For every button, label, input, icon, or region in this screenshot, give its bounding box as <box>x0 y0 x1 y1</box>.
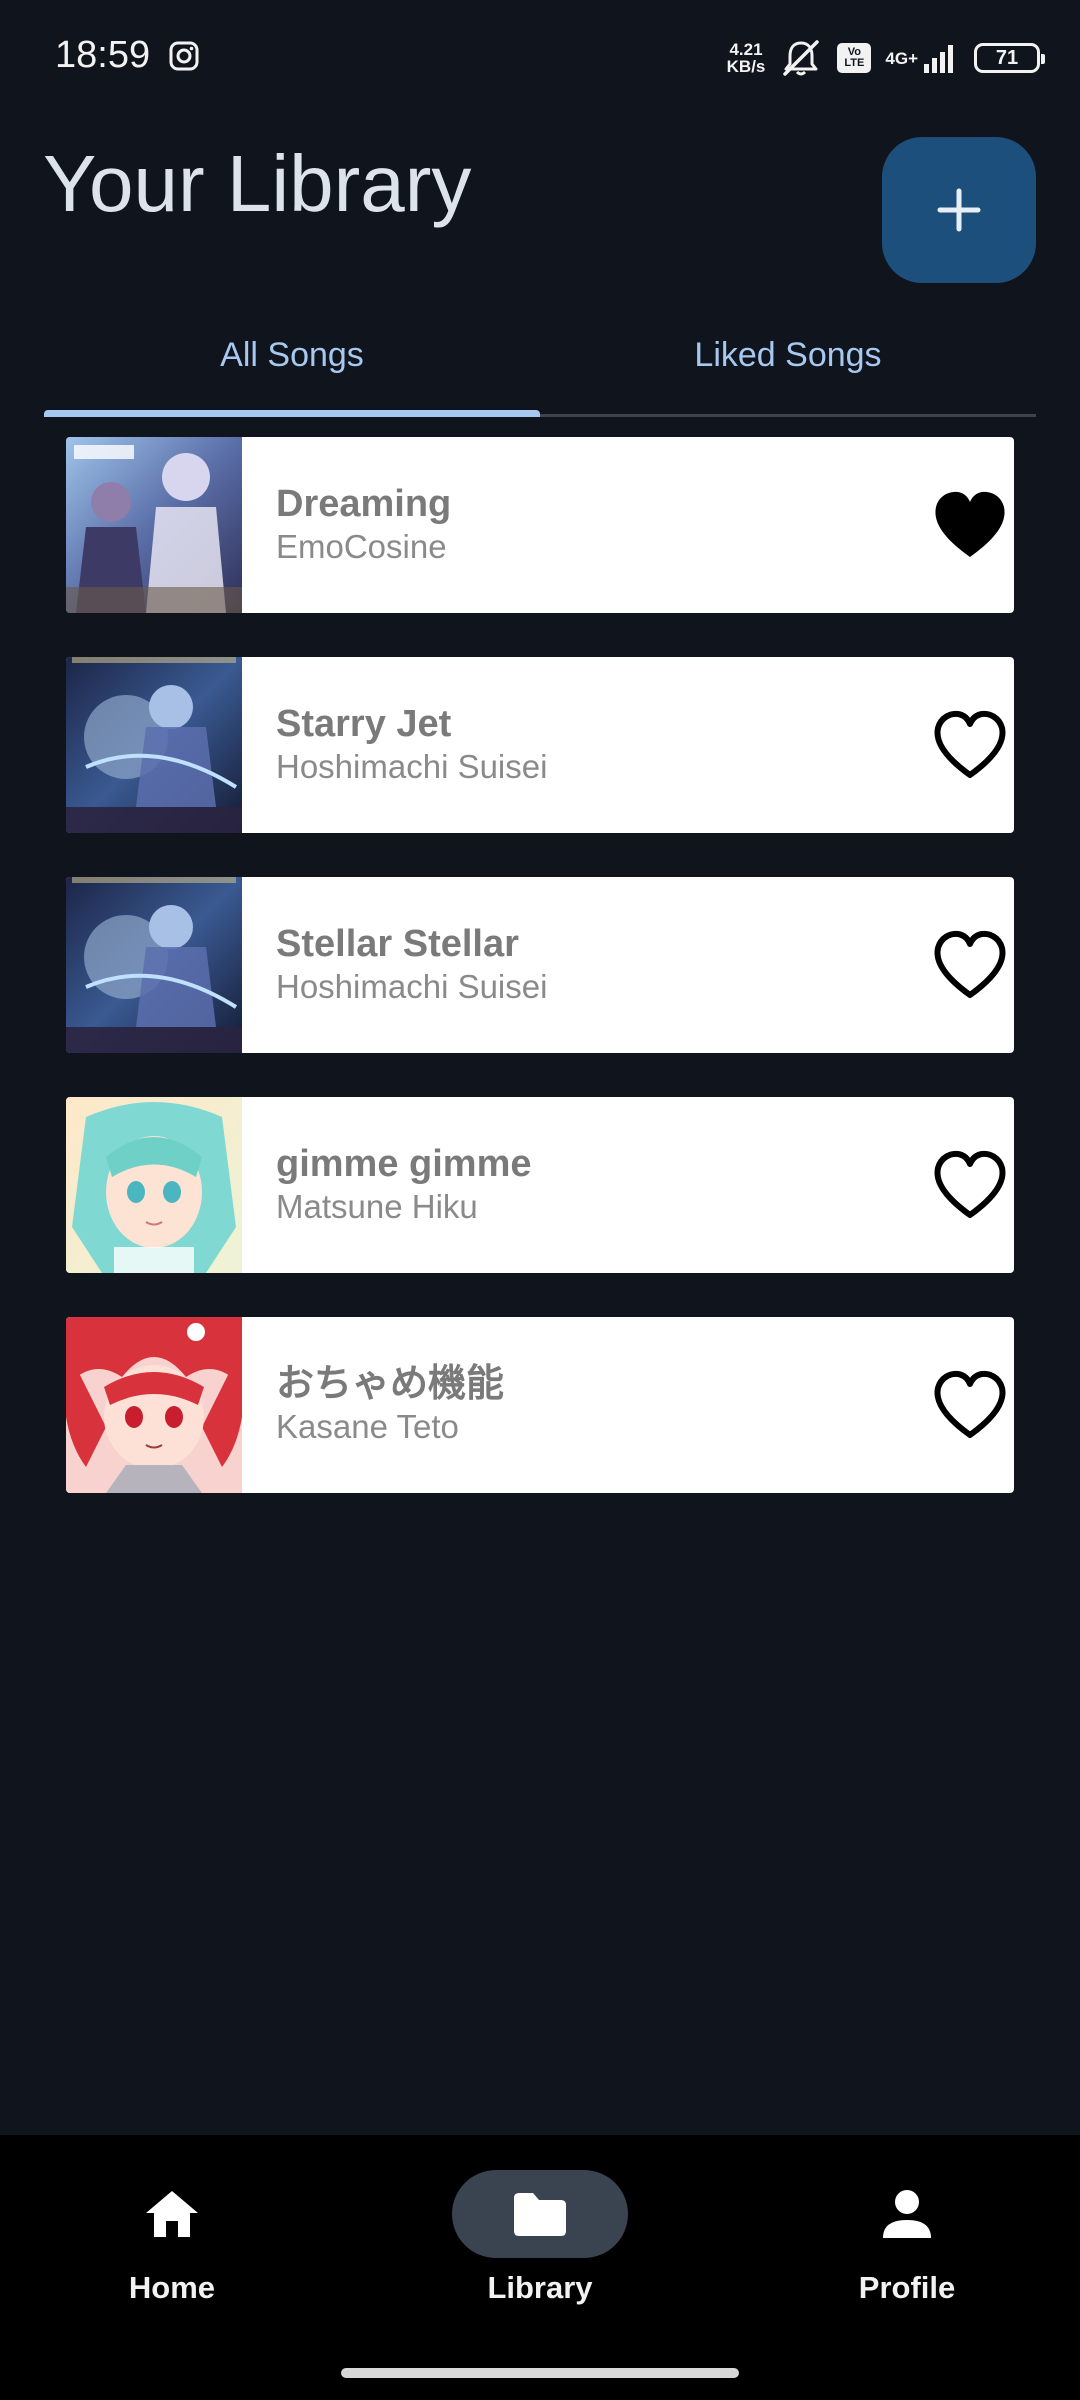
song-row[interactable]: gimme gimme Matsune Hiku <box>66 1097 1014 1273</box>
mute-icon <box>783 40 820 76</box>
song-title: Stellar Stellar <box>276 923 519 965</box>
song-info: Dreaming EmoCosine <box>276 482 930 568</box>
album-cover <box>66 1317 242 1493</box>
page-title: Your Library <box>43 139 472 228</box>
song-artist: Kasane Teto <box>276 1408 459 1445</box>
nav-icon-container <box>84 2170 260 2258</box>
song-title: Dreaming <box>276 483 452 525</box>
song-list: Dreaming EmoCosine Starry Jet Hoshimachi… <box>66 437 1014 1537</box>
song-row[interactable]: おちゃめ機能 Kasane Teto <box>66 1317 1014 1493</box>
status-time: 18:59 <box>55 34 151 76</box>
nav-icon-container <box>819 2170 995 2258</box>
song-row[interactable]: Stellar Stellar Hoshimachi Suisei <box>66 877 1014 1053</box>
add-song-button[interactable] <box>882 137 1036 283</box>
song-title: おちゃめ機能 <box>276 1363 505 1405</box>
song-artist: Hoshimachi Suisei <box>276 748 548 785</box>
instagram-icon <box>169 41 199 71</box>
nav-label: Profile <box>858 2270 956 2305</box>
heart-outline-icon[interactable] <box>930 1147 1010 1223</box>
tab-all-songs[interactable]: All Songs <box>44 308 540 417</box>
battery-icon: 71 <box>974 43 1045 73</box>
nav-label: Library <box>487 2270 593 2305</box>
song-info: gimme gimme Matsune Hiku <box>276 1142 930 1228</box>
gesture-bar[interactable] <box>341 2368 739 2378</box>
status-indicators: 4.21 KB/s Vo LTE 4G+ 71 <box>726 36 1045 80</box>
heart-outline-icon[interactable] <box>930 1367 1010 1443</box>
net-speed: 4.21 KB/s <box>726 40 766 76</box>
heart-outline-icon[interactable] <box>930 707 1010 783</box>
folder-icon <box>514 2193 566 2236</box>
song-info: おちゃめ機能 Kasane Teto <box>276 1362 930 1448</box>
song-artist: Matsune Hiku <box>276 1188 478 1225</box>
song-artist: EmoCosine <box>276 528 447 565</box>
song-row[interactable]: Dreaming EmoCosine <box>66 437 1014 613</box>
heart-outline-icon[interactable] <box>930 927 1010 1003</box>
nav-home[interactable]: Home <box>42 2170 302 2310</box>
tab-liked-songs[interactable]: Liked Songs <box>540 308 1036 414</box>
album-cover <box>66 877 242 1053</box>
tab-label: Liked Songs <box>694 335 882 374</box>
song-title: gimme gimme <box>276 1143 532 1185</box>
tab-label: All Songs <box>220 335 364 374</box>
song-title: Starry Jet <box>276 703 452 745</box>
song-info: Starry Jet Hoshimachi Suisei <box>276 702 930 788</box>
library-tabs: All Songs Liked Songs <box>44 308 1036 417</box>
status-bar: 18:59 4.21 KB/s Vo LTE 4G+ 71 <box>0 0 1080 115</box>
album-cover <box>66 1097 242 1273</box>
nav-profile[interactable]: Profile <box>777 2170 1037 2310</box>
nav-label: Home <box>128 2270 216 2305</box>
album-cover <box>66 437 242 613</box>
network-type: 4G+ <box>885 48 918 68</box>
heart-filled-icon[interactable] <box>930 487 1010 563</box>
song-row[interactable]: Starry Jet Hoshimachi Suisei <box>66 657 1014 833</box>
song-artist: Hoshimachi Suisei <box>276 968 548 1005</box>
plus-icon <box>937 188 981 232</box>
song-info: Stellar Stellar Hoshimachi Suisei <box>276 922 930 1008</box>
bottom-navigation: Home Library Profile <box>0 2135 1080 2400</box>
person-icon <box>883 2190 931 2238</box>
home-icon <box>146 2191 198 2237</box>
signal-icon <box>924 45 953 73</box>
volte-icon: Vo LTE <box>837 43 872 73</box>
nav-icon-container <box>452 2170 628 2258</box>
album-cover <box>66 657 242 833</box>
nav-library[interactable]: Library <box>410 2170 670 2310</box>
